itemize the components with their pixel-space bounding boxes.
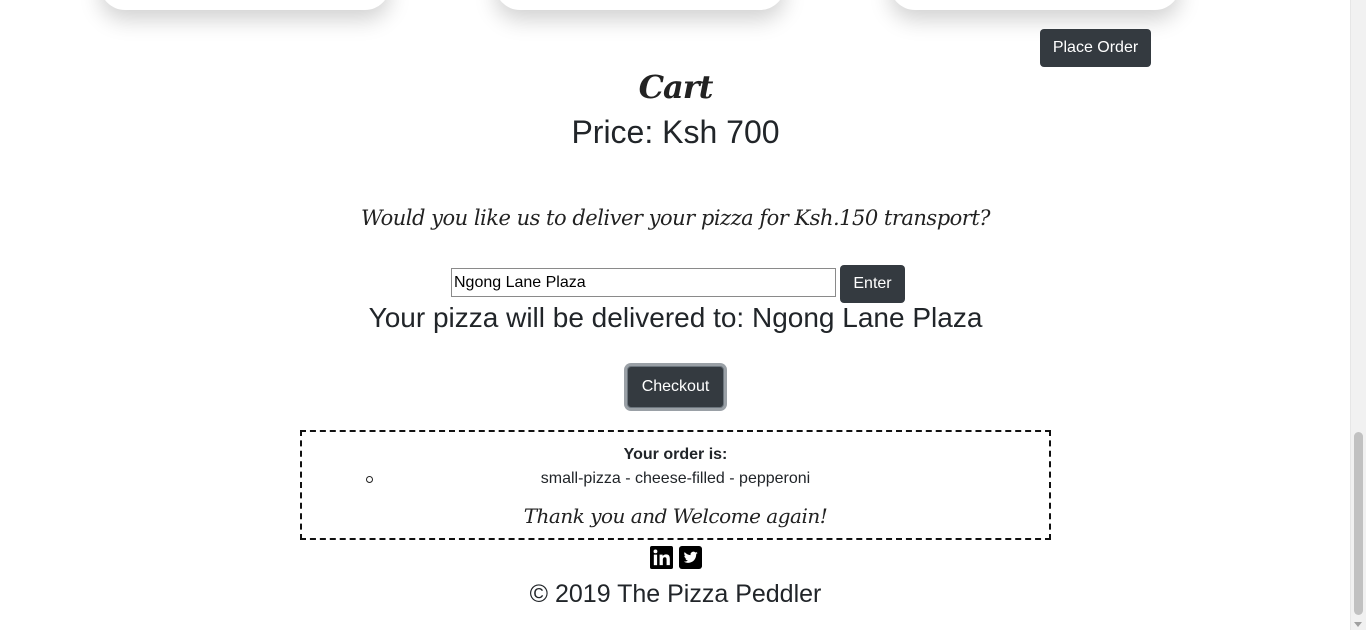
list-item: small-pizza - cheese-filled - pepperoni [302, 470, 1049, 490]
scrollbar-thumb[interactable] [1354, 432, 1363, 615]
twitter-icon[interactable] [679, 546, 702, 569]
linkedin-icon[interactable] [650, 546, 673, 569]
card-shadow-right [890, 0, 1180, 10]
cart-price: Price: Ksh 700 [571, 114, 780, 150]
delivery-question: Would you like us to deliver your pizza … [360, 206, 991, 230]
cart-title: Cart [638, 68, 714, 106]
vertical-scrollbar[interactable] [1350, 0, 1366, 630]
order-item-text: small-pizza - cheese-filled - pepperoni [540, 470, 811, 487]
copyright-text: © 2019 The Pizza Peddler [529, 580, 822, 608]
circle-bullet-icon [366, 476, 373, 483]
order-list: small-pizza - cheese-filled - pepperoni [302, 470, 1049, 490]
order-summary-box: Your order is: small-pizza - cheese-fill… [300, 430, 1051, 540]
card-shadow-left [100, 0, 390, 10]
enter-button[interactable]: Enter [840, 265, 905, 303]
checkout-button[interactable]: Checkout [627, 366, 724, 408]
place-order-button[interactable]: Place Order [1040, 29, 1151, 67]
thank-you-message: Thank you and Welcome again! [523, 504, 828, 528]
delivery-confirmation: Your pizza will be delivered to: Ngong L… [368, 302, 983, 333]
delivery-address-input[interactable] [451, 268, 836, 297]
card-shadow-middle [495, 0, 785, 10]
order-heading: Your order is: [623, 446, 728, 463]
scroll-down-arrow-icon[interactable] [1354, 622, 1362, 627]
